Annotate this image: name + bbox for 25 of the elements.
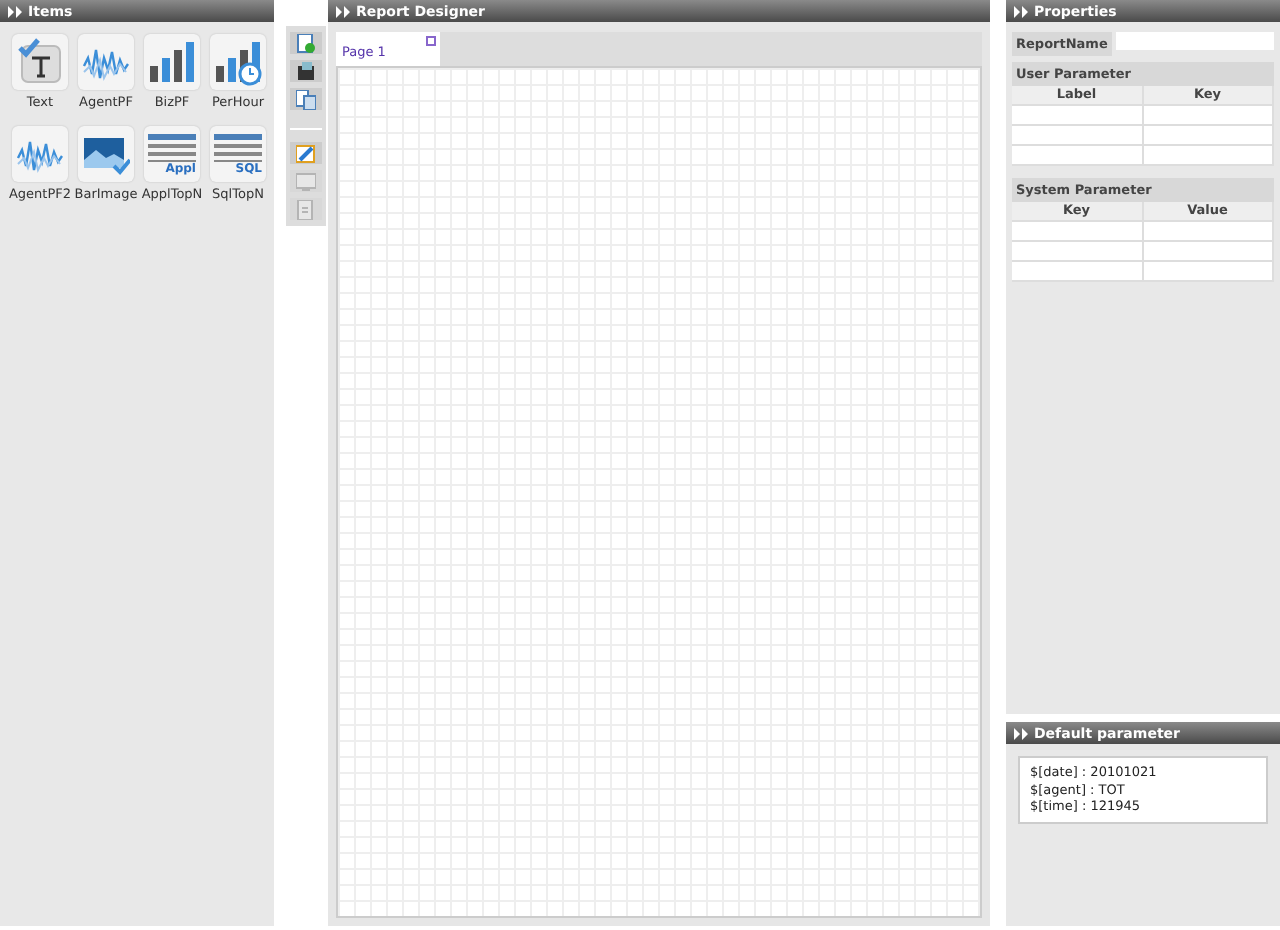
double-chevron-icon [1014,5,1028,17]
report-name-field[interactable] [1115,32,1274,50]
toolbar-button[interactable] [290,60,322,82]
text-icon [16,38,64,86]
table-cell[interactable] [1143,222,1274,242]
table-cell[interactable] [1012,126,1143,146]
table-cell[interactable] [1143,106,1274,126]
double-chevron-icon [1014,727,1028,739]
table-cell[interactable] [1143,262,1274,282]
bar-chart-clock-icon [214,38,262,86]
table-cell[interactable] [1143,146,1274,166]
toolbar-button[interactable] [290,142,322,164]
table-cell[interactable] [1143,126,1274,146]
toolbar-button[interactable] [290,88,322,110]
table-cell[interactable] [1012,242,1143,262]
table-cell[interactable] [1012,222,1143,242]
toolbar-button[interactable] [290,32,322,54]
double-chevron-icon [336,5,350,17]
table-cell[interactable] [1012,146,1143,166]
table-cell[interactable] [1143,242,1274,262]
bar-chart-icon [148,38,196,86]
table-cell[interactable] [1012,262,1143,282]
table-cell[interactable] [1012,106,1143,126]
tab-close-icon[interactable] [426,36,436,46]
double-chevron-icon [8,5,22,17]
